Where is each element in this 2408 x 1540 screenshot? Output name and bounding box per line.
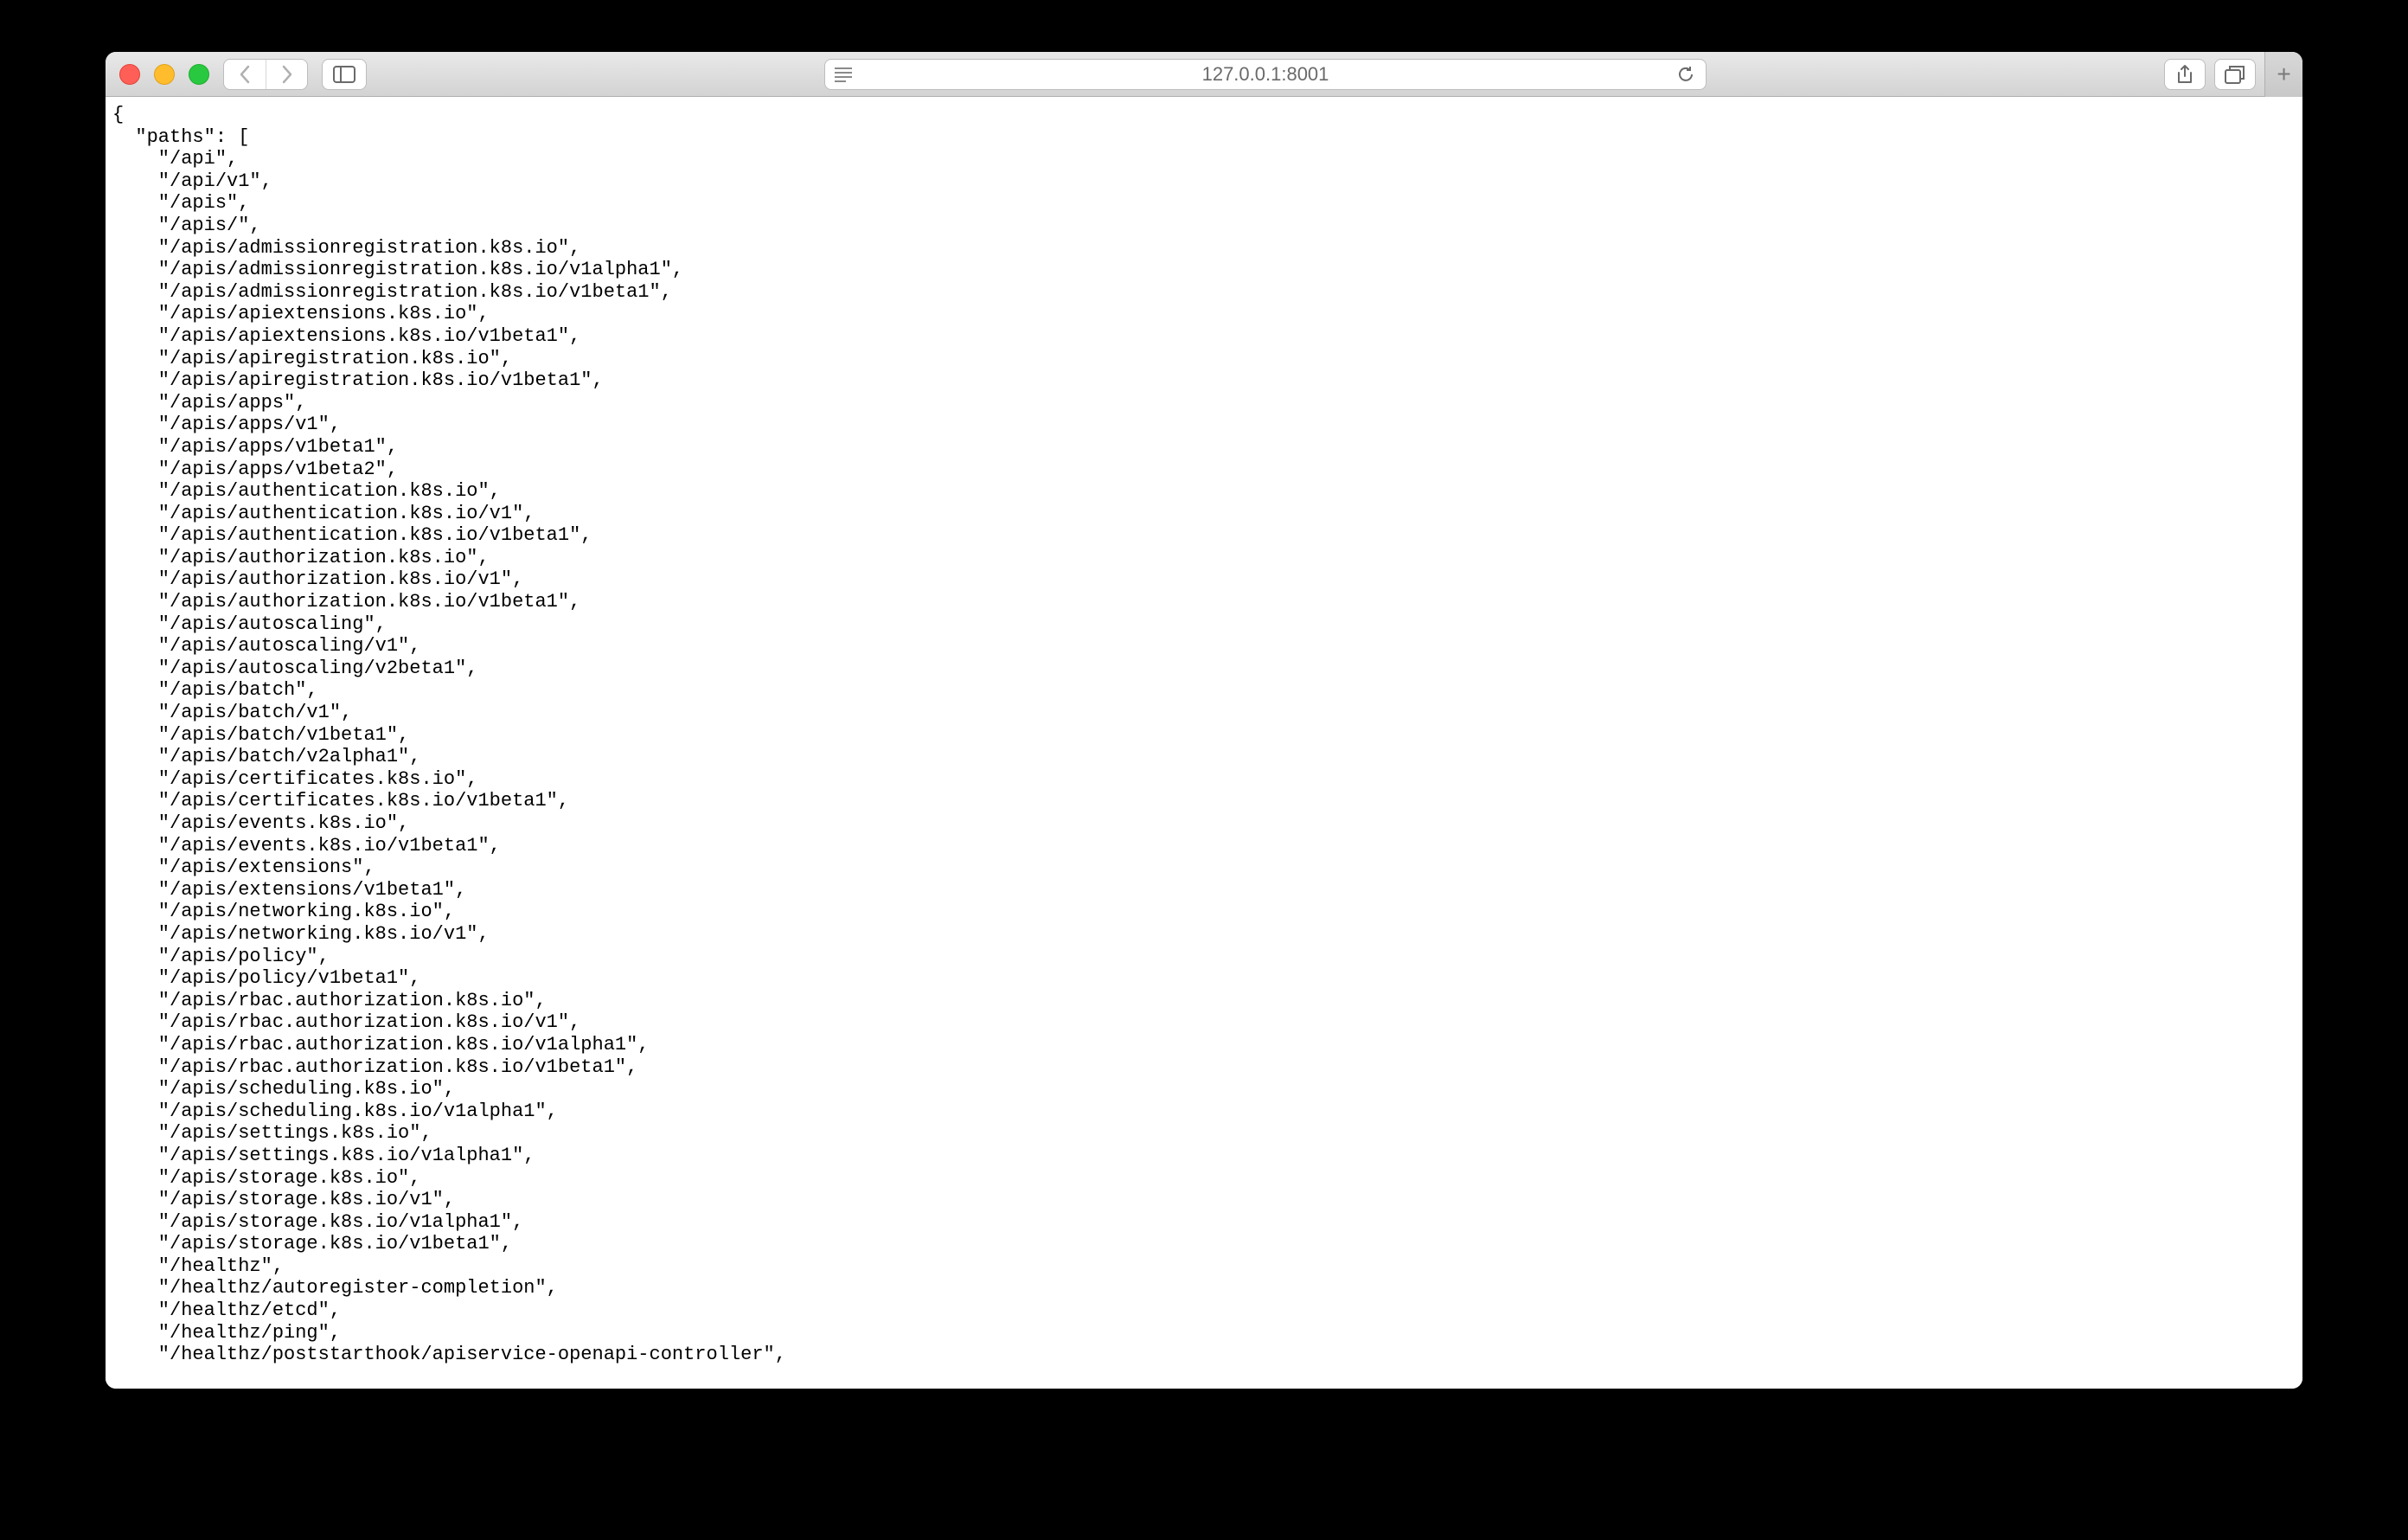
tabs-button[interactable] <box>2214 59 2256 90</box>
reload-button[interactable] <box>1676 65 1695 84</box>
share-icon <box>2176 64 2193 85</box>
sidebar-toggle-button[interactable] <box>322 59 367 90</box>
share-button[interactable] <box>2164 59 2206 90</box>
address-text: 127.0.0.1:8001 <box>1202 63 1329 86</box>
chevron-right-icon <box>280 65 294 84</box>
page-content: { "paths": [ "/api", "/api/v1", "/apis",… <box>106 97 2302 1389</box>
window-controls <box>119 64 209 85</box>
reload-icon <box>1676 65 1695 84</box>
address-bar[interactable]: 127.0.0.1:8001 <box>824 59 1707 90</box>
sidebar-icon <box>333 66 355 83</box>
maximize-button[interactable] <box>189 64 209 85</box>
forward-button[interactable] <box>266 60 307 89</box>
address-area: 127.0.0.1:8001 <box>381 59 2150 90</box>
back-button[interactable] <box>224 60 266 89</box>
minimize-button[interactable] <box>154 64 175 85</box>
chevron-left-icon <box>238 65 252 84</box>
nav-button-group <box>223 59 308 90</box>
browser-window: 127.0.0.1:8001 + { "paths": [ "/api", "/… <box>106 52 2302 1389</box>
close-button[interactable] <box>119 64 140 85</box>
right-controls: + <box>2164 52 2289 97</box>
new-tab-button[interactable]: + <box>2264 52 2302 97</box>
toolbar: 127.0.0.1:8001 + <box>106 52 2302 97</box>
json-output: { "paths": [ "/api", "/api/v1", "/apis",… <box>106 97 2302 1373</box>
plus-icon: + <box>2277 61 2290 88</box>
tabs-icon <box>2225 65 2245 84</box>
reader-icon <box>834 67 853 82</box>
reader-button[interactable] <box>834 67 853 82</box>
